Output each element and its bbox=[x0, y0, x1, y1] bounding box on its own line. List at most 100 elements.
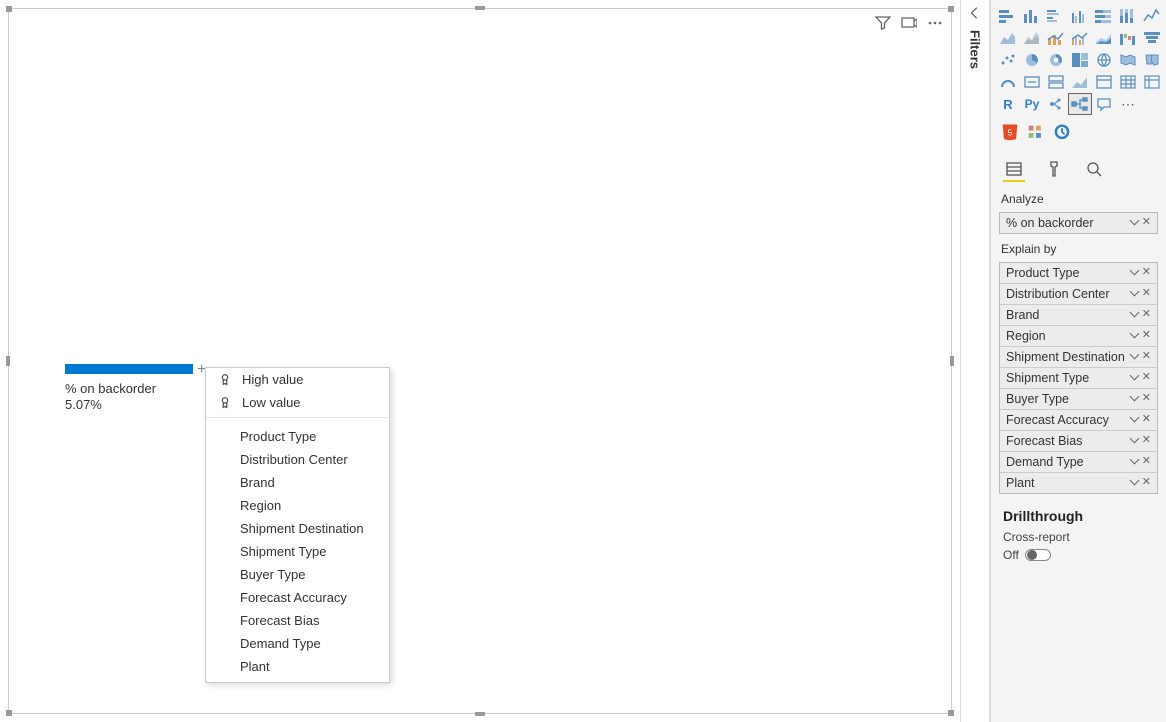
resize-handle-br[interactable] bbox=[948, 710, 954, 716]
expand-field-brand[interactable]: Brand bbox=[206, 471, 389, 494]
viz-qa-icon[interactable] bbox=[1093, 94, 1115, 114]
chevron-down-icon[interactable] bbox=[1131, 414, 1138, 426]
viz-key-influencers-icon[interactable] bbox=[1045, 94, 1067, 114]
explain-field-forecast-bias[interactable]: Forecast Bias✕ bbox=[1000, 431, 1157, 452]
chevron-down-icon[interactable] bbox=[1131, 351, 1138, 363]
decomposition-root-bar[interactable] bbox=[65, 364, 193, 374]
custom-viz-2-icon[interactable] bbox=[1025, 122, 1047, 142]
viz-shape-map-icon[interactable] bbox=[1141, 50, 1163, 70]
remove-field-icon[interactable]: ✕ bbox=[1142, 309, 1151, 321]
viz-r-script-icon[interactable]: R bbox=[997, 94, 1019, 114]
chevron-down-icon[interactable] bbox=[1131, 267, 1138, 279]
chevron-down-icon[interactable] bbox=[1131, 456, 1138, 468]
chevron-down-icon[interactable] bbox=[1131, 330, 1138, 342]
remove-field-icon[interactable]: ✕ bbox=[1142, 435, 1151, 447]
more-options-icon[interactable] bbox=[927, 15, 943, 36]
viz-100-stacked-column-icon[interactable] bbox=[1117, 6, 1139, 26]
explain-field-shipment-type[interactable]: Shipment Type✕ bbox=[1000, 368, 1157, 389]
viz-waterfall-icon[interactable] bbox=[1117, 28, 1139, 48]
analyze-field-row[interactable]: % on backorder ✕ bbox=[1000, 213, 1157, 233]
expand-field-distribution-center[interactable]: Distribution Center bbox=[206, 448, 389, 471]
resize-handle-tc[interactable] bbox=[475, 6, 485, 10]
expand-field-forecast-accuracy[interactable]: Forecast Accuracy bbox=[206, 586, 389, 609]
remove-field-icon[interactable]: ✕ bbox=[1142, 393, 1151, 405]
resize-handle-tl[interactable] bbox=[6, 6, 12, 12]
custom-viz-html-icon[interactable]: 5 bbox=[999, 122, 1021, 142]
viz-card-icon[interactable] bbox=[1021, 72, 1043, 92]
expand-field-plant[interactable]: Plant bbox=[206, 655, 389, 678]
low-value-option[interactable]: Low value bbox=[206, 391, 389, 414]
viz-gauge-icon[interactable] bbox=[997, 72, 1019, 92]
chevron-down-icon[interactable] bbox=[1131, 288, 1138, 300]
high-value-option[interactable]: High value bbox=[206, 368, 389, 391]
remove-field-icon[interactable]: ✕ bbox=[1142, 477, 1151, 489]
viz-stacked-column-icon[interactable] bbox=[1021, 6, 1043, 26]
viz-stacked-area-icon[interactable] bbox=[1021, 28, 1043, 48]
remove-field-icon[interactable]: ✕ bbox=[1142, 414, 1151, 426]
viz-filled-map-icon[interactable] bbox=[1117, 50, 1139, 70]
viz-more-icon[interactable]: ⋯ bbox=[1117, 94, 1139, 114]
viz-table-icon[interactable] bbox=[1117, 72, 1139, 92]
viz-clustered-column-icon[interactable] bbox=[1069, 6, 1091, 26]
report-canvas[interactable]: + % on backorder 5.07% High value Low va… bbox=[8, 8, 952, 714]
viz-map-icon[interactable] bbox=[1093, 50, 1115, 70]
viz-stacked-bar-icon[interactable] bbox=[997, 6, 1019, 26]
expand-field-shipment-type[interactable]: Shipment Type bbox=[206, 540, 389, 563]
viz-clustered-bar-icon[interactable] bbox=[1045, 6, 1067, 26]
expand-field-shipment-destination[interactable]: Shipment Destination bbox=[206, 517, 389, 540]
resize-handle-tr[interactable] bbox=[948, 6, 954, 12]
viz-kpi-icon[interactable] bbox=[1069, 72, 1091, 92]
remove-field-icon[interactable]: ✕ bbox=[1142, 351, 1151, 363]
expand-field-region[interactable]: Region bbox=[206, 494, 389, 517]
explain-field-region[interactable]: Region✕ bbox=[1000, 326, 1157, 347]
analytics-tab[interactable] bbox=[1083, 160, 1105, 182]
viz-donut-icon[interactable] bbox=[1045, 50, 1067, 70]
viz-slicer-icon[interactable] bbox=[1093, 72, 1115, 92]
explain-by-field-well[interactable]: Product Type✕ Distribution Center✕ Brand… bbox=[999, 262, 1158, 494]
expand-field-demand-type[interactable]: Demand Type bbox=[206, 632, 389, 655]
remove-field-icon[interactable]: ✕ bbox=[1142, 267, 1151, 279]
viz-decomposition-tree-icon[interactable] bbox=[1069, 94, 1091, 114]
resize-handle-mr[interactable] bbox=[950, 356, 954, 366]
viz-area-icon[interactable] bbox=[997, 28, 1019, 48]
chevron-down-icon[interactable] bbox=[1131, 372, 1138, 384]
expand-field-product-type[interactable]: Product Type bbox=[206, 425, 389, 448]
viz-treemap-icon[interactable] bbox=[1069, 50, 1091, 70]
chevron-down-icon[interactable] bbox=[1131, 217, 1138, 229]
viz-matrix-icon[interactable] bbox=[1141, 72, 1163, 92]
remove-field-icon[interactable]: ✕ bbox=[1142, 330, 1151, 342]
viz-funnel-icon[interactable] bbox=[1141, 28, 1163, 48]
remove-field-icon[interactable]: ✕ bbox=[1142, 288, 1151, 300]
resize-handle-ml[interactable] bbox=[6, 356, 10, 366]
explain-field-product-type[interactable]: Product Type✕ bbox=[1000, 263, 1157, 284]
explain-field-demand-type[interactable]: Demand Type✕ bbox=[1000, 452, 1157, 473]
analyze-field-well[interactable]: % on backorder ✕ bbox=[999, 212, 1158, 234]
remove-field-icon[interactable]: ✕ bbox=[1142, 456, 1151, 468]
filter-icon[interactable] bbox=[875, 15, 891, 36]
viz-line-stacked-column-icon[interactable] bbox=[1045, 28, 1067, 48]
explain-field-plant[interactable]: Plant✕ bbox=[1000, 473, 1157, 493]
custom-viz-3-icon[interactable] bbox=[1051, 122, 1073, 142]
explain-field-forecast-accuracy[interactable]: Forecast Accuracy✕ bbox=[1000, 410, 1157, 431]
expand-field-buyer-type[interactable]: Buyer Type bbox=[206, 563, 389, 586]
chevron-down-icon[interactable] bbox=[1131, 477, 1138, 489]
viz-line-clustered-column-icon[interactable] bbox=[1069, 28, 1091, 48]
explain-field-buyer-type[interactable]: Buyer Type✕ bbox=[1000, 389, 1157, 410]
chevron-down-icon[interactable] bbox=[1131, 393, 1138, 405]
viz-python-icon[interactable]: Py bbox=[1021, 94, 1043, 114]
viz-line-icon[interactable] bbox=[1141, 6, 1163, 26]
cross-report-toggle[interactable]: Off bbox=[1003, 548, 1154, 562]
chevron-down-icon[interactable] bbox=[1131, 435, 1138, 447]
focus-mode-icon[interactable] bbox=[901, 15, 917, 36]
resize-handle-bl[interactable] bbox=[6, 710, 12, 716]
explain-field-distribution-center[interactable]: Distribution Center✕ bbox=[1000, 284, 1157, 305]
viz-pie-icon[interactable] bbox=[1021, 50, 1043, 70]
remove-field-icon[interactable]: ✕ bbox=[1142, 372, 1151, 384]
viz-ribbon-icon[interactable] bbox=[1093, 28, 1115, 48]
viz-multi-row-card-icon[interactable] bbox=[1045, 72, 1067, 92]
chevron-down-icon[interactable] bbox=[1131, 309, 1138, 321]
resize-handle-bc[interactable] bbox=[475, 712, 485, 716]
remove-field-icon[interactable]: ✕ bbox=[1142, 217, 1151, 229]
fields-tab[interactable] bbox=[1003, 160, 1025, 182]
explain-field-shipment-destination[interactable]: Shipment Destination✕ bbox=[1000, 347, 1157, 368]
